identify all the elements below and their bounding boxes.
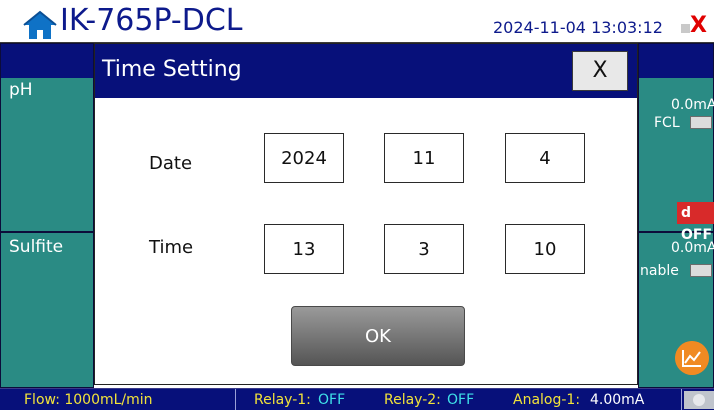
year-field[interactable]: 2024 (264, 133, 344, 183)
gear-icon[interactable] (684, 391, 714, 409)
minute-field[interactable]: 3 (384, 224, 464, 274)
relay2-value: OFF (447, 392, 475, 408)
relay2-label: Relay-2: (384, 392, 441, 408)
day-field[interactable]: 4 (505, 133, 585, 183)
app-title: IK-765P-DCL (60, 3, 243, 38)
dialog-title: Time Setting (102, 57, 242, 82)
ok-button[interactable]: OK (291, 306, 465, 366)
panel-label-ph: pH (9, 80, 33, 100)
date-label: Date (149, 153, 193, 174)
top-right-current: 0.0mA (671, 97, 714, 113)
alarm-icon[interactable]: X (690, 15, 707, 37)
toggle-switch[interactable] (690, 264, 712, 277)
relay1-label: Relay-1: (254, 392, 311, 408)
hour-field[interactable]: 13 (264, 224, 344, 274)
status-bar: Flow: 1000mL/min Relay-1: OFF Relay-2: O… (0, 388, 714, 410)
datetime-display: 2024-11-04 13:03:12 (493, 18, 663, 37)
bottom-right-current: 0.0mA (671, 240, 714, 256)
title-bar: IK-765P-DCL 2024-11-04 13:03:12 X (0, 0, 714, 43)
status-indicator (681, 24, 690, 33)
flow-readout: Flow: 1000mL/min (24, 392, 153, 408)
panel-header (1, 44, 93, 78)
bottom-right-name: nable (640, 263, 679, 279)
time-label: Time (149, 237, 194, 258)
top-right-name: FCL (654, 115, 680, 131)
second-field[interactable]: 10 (505, 224, 585, 274)
analog1-value: 4.00mA (590, 392, 645, 408)
panel-header (639, 44, 713, 78)
close-button[interactable]: X (572, 51, 628, 91)
status-separator (681, 389, 682, 410)
analog1-label: Analog-1: (513, 392, 581, 408)
toggle-switch[interactable] (690, 116, 712, 129)
time-setting-dialog: Time Setting X Date 2024 11 4 Time 13 3 … (94, 43, 638, 385)
status-separator (235, 389, 236, 410)
month-field[interactable]: 11 (384, 133, 464, 183)
panel-top-left[interactable]: pH (0, 43, 94, 232)
home-icon[interactable] (22, 9, 58, 41)
panel-bottom-left[interactable]: Sulfite (0, 232, 94, 388)
line-chart-icon[interactable] (675, 341, 709, 375)
status-badge: d OFF (677, 202, 714, 243)
relay1-value: OFF (318, 392, 346, 408)
dialog-header: Time Setting X (95, 44, 637, 98)
panel-label-sulfite: Sulfite (9, 237, 64, 257)
